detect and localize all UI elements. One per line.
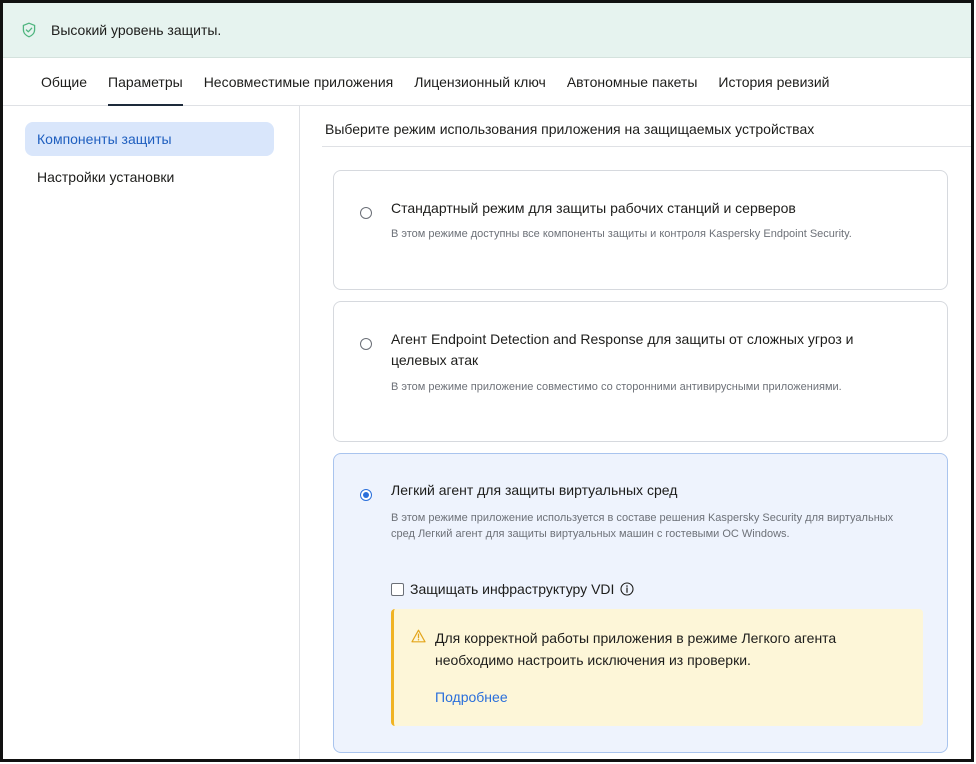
mode-description-standard: В этом режиме доступны все компоненты за… [391, 228, 852, 240]
tab-parameters[interactable]: Параметры [108, 58, 183, 106]
info-icon[interactable] [620, 582, 634, 596]
main-panel: Выберите режим использования приложения … [300, 106, 971, 759]
mode-card-light-agent[interactable]: Легкий агент для защиты виртуальных сред… [333, 453, 948, 753]
learn-more-link[interactable]: Подробнее [435, 689, 508, 705]
app-window: Высокий уровень защиты. Общие Параметры … [0, 0, 974, 762]
warning-callout: Для корректной работы приложения в режим… [391, 609, 923, 726]
warning-text: Для корректной работы приложения в режим… [435, 630, 837, 668]
mode-description-light-agent: В этом режиме приложение используется в … [391, 512, 894, 540]
tab-incompatible-apps[interactable]: Несовместимые приложения [204, 58, 394, 105]
tab-bar: Общие Параметры Несовместимые приложения… [3, 58, 971, 106]
mode-radio-edr[interactable] [360, 338, 372, 350]
mode-card-standard[interactable]: Стандартный режим для защиты рабочих ста… [333, 170, 948, 290]
tab-general[interactable]: Общие [41, 58, 87, 105]
mode-card-edr[interactable]: Агент Endpoint Detection and Response дл… [333, 301, 948, 442]
protection-status-bar: Высокий уровень защиты. [3, 3, 971, 58]
vdi-protection-checkbox[interactable] [391, 582, 404, 596]
shield-check-icon [21, 22, 37, 38]
tab-license-key[interactable]: Лицензионный ключ [414, 58, 546, 105]
content-area: Компоненты защиты Настройки установки Вы… [3, 106, 971, 759]
mode-title-standard: Стандартный режим для защиты рабочих ста… [391, 200, 796, 216]
tab-revision-history[interactable]: История ревизий [718, 58, 829, 105]
sidebar-item-installation-settings[interactable]: Настройки установки [25, 160, 274, 194]
warning-icon [411, 629, 426, 643]
vdi-protection-label: Защищать инфраструктуру VDI [410, 581, 615, 597]
protection-status-text: Высокий уровень защиты. [51, 22, 222, 38]
sidebar-item-protection-components[interactable]: Компоненты защиты [25, 122, 274, 156]
vdi-protection-checkbox-row[interactable]: Защищать инфраструктуру VDI [391, 581, 634, 597]
mode-radio-standard[interactable] [360, 207, 372, 219]
mode-radio-light-agent[interactable] [360, 489, 372, 501]
mode-title-edr: Агент Endpoint Detection and Response дл… [391, 331, 854, 368]
mode-description-edr: В этом режиме приложение совместимо со с… [391, 381, 842, 393]
sidebar: Компоненты защиты Настройки установки [3, 106, 300, 759]
mode-title-light-agent: Легкий агент для защиты виртуальных сред [391, 482, 678, 498]
section-divider [322, 146, 971, 147]
section-title: Выберите режим использования приложения … [325, 121, 815, 137]
tab-standalone-packages[interactable]: Автономные пакеты [567, 58, 698, 105]
